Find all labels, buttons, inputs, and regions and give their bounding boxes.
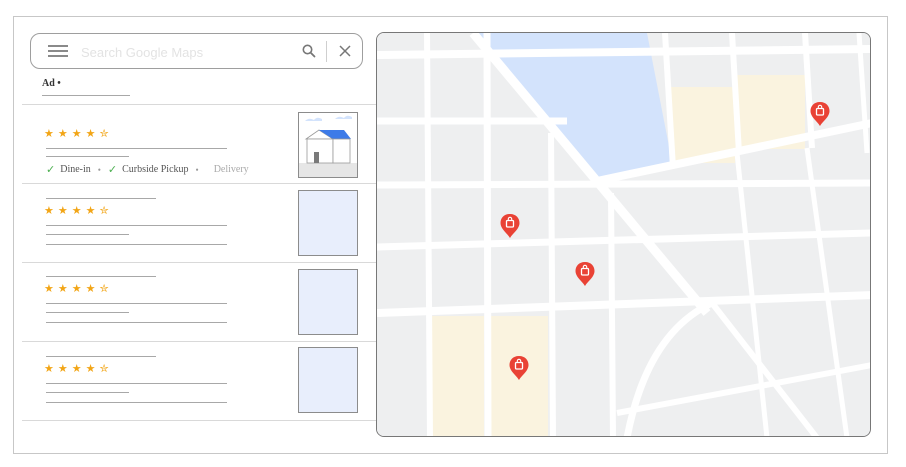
divider [22, 183, 378, 184]
search-bar-divider [326, 41, 327, 62]
placeholder-line [42, 95, 130, 96]
placeholder-line [46, 356, 156, 357]
placeholder-line [46, 392, 129, 393]
star-rating: ★★★★✮ [44, 128, 113, 140]
separator-dot: • [195, 164, 199, 175]
hamburger-menu-icon[interactable] [48, 45, 68, 57]
star-rating: ★★★★✮ [44, 205, 113, 217]
placeholder-line [46, 225, 227, 226]
placeholder-line [46, 148, 227, 149]
divider [22, 262, 378, 263]
search-bar [30, 33, 363, 69]
map-block-highlight [430, 316, 484, 436]
placeholder-line [46, 276, 156, 277]
map-view[interactable] [376, 32, 871, 437]
placeholder-line [46, 303, 227, 304]
storefront-illustration [299, 113, 357, 177]
search-input[interactable] [79, 42, 283, 62]
divider [22, 420, 378, 421]
divider [22, 341, 378, 342]
close-icon[interactable] [337, 43, 353, 59]
placeholder-line [46, 198, 156, 199]
listing-thumbnail[interactable] [298, 112, 358, 178]
placeholder-line [46, 234, 129, 235]
listing-thumbnail[interactable] [298, 190, 358, 256]
ad-label: Ad • [42, 78, 61, 89]
listing-thumbnail[interactable] [298, 347, 358, 413]
placeholder-line [46, 322, 227, 323]
checkmark-icon: ✓ [46, 163, 56, 176]
placeholder-line [46, 156, 129, 157]
star-rating: ★★★★✮ [44, 283, 113, 295]
divider [22, 104, 378, 105]
search-icon[interactable] [301, 43, 317, 59]
amenity-curbside-pickup: Curbside Pickup [122, 164, 189, 175]
listing-thumbnail[interactable] [298, 269, 358, 335]
amenities-list: ✓ Dine-in • ✓ Curbside Pickup • Delivery [46, 163, 249, 176]
star-rating: ★★★★✮ [44, 363, 113, 375]
placeholder-line [46, 383, 227, 384]
amenity-dine-in: Dine-in [60, 164, 91, 175]
placeholder-line [46, 312, 129, 313]
checkmark-icon: ✓ [107, 163, 118, 176]
amenity-delivery: Delivery [213, 164, 249, 175]
placeholder-line [46, 244, 227, 245]
placeholder-line [46, 402, 227, 403]
separator-dot: • [97, 164, 101, 175]
map-canvas[interactable] [377, 33, 871, 437]
